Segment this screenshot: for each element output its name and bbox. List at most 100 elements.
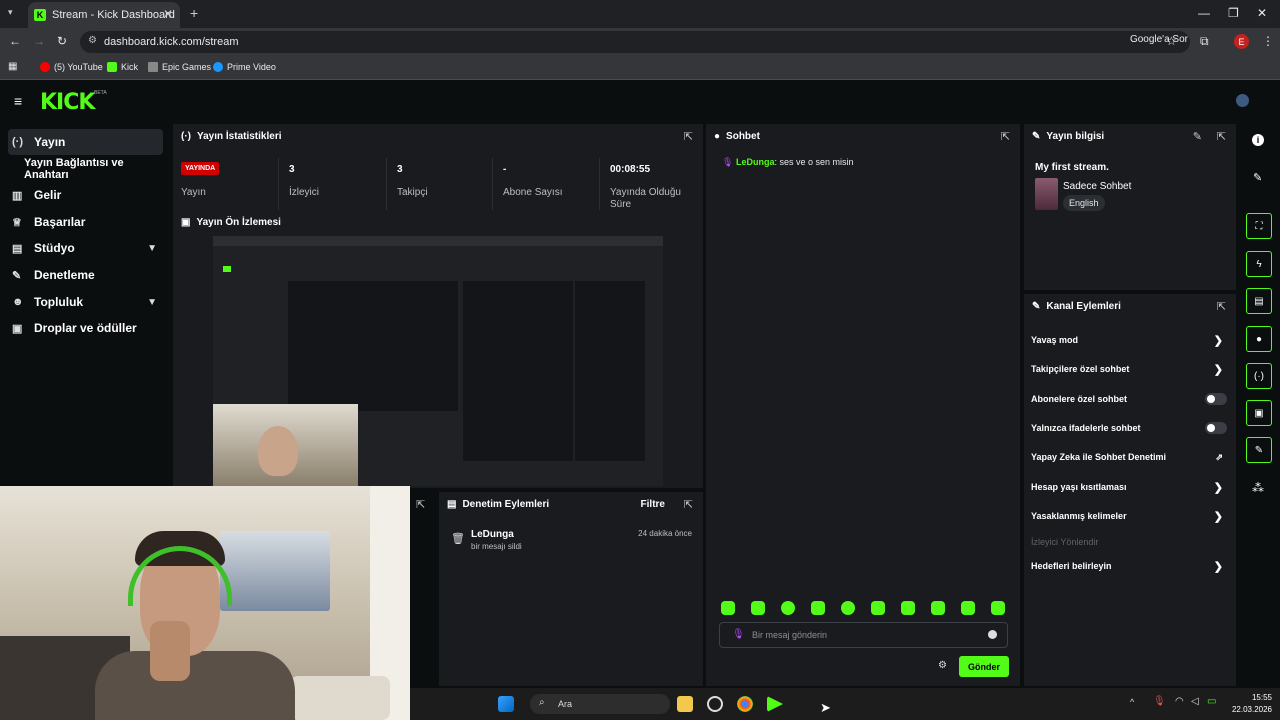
lightning-icon[interactable]: ϟ — [1246, 251, 1272, 277]
action-ai-moderation[interactable]: Yapay Zeka ile Sohbet Denetimi ⇗ — [1031, 452, 1231, 463]
chat-message-user[interactable]: LeDunga — [736, 157, 775, 167]
taskbar-search[interactable]: ⌕ Ara — [530, 694, 670, 714]
sidebar-item-topluluk[interactable]: ☻ Topluluk ▼ — [8, 289, 163, 315]
emote-icon[interactable] — [961, 601, 975, 615]
document-icon[interactable]: ▤ — [1246, 288, 1272, 314]
forward-icon[interactable]: → — [33, 34, 45, 48]
new-tab-icon[interactable]: + — [190, 5, 198, 21]
minimize-icon[interactable]: — — [1198, 6, 1210, 20]
taskbar-date[interactable]: 22.03.2026 — [1228, 705, 1272, 714]
apps-grid-icon[interactable]: ▦ — [8, 61, 17, 72]
action-label: Takipçilere özel sohbet — [1031, 364, 1130, 374]
emote-icon[interactable] — [811, 601, 825, 615]
category-name[interactable]: Sadece Sohbet — [1063, 181, 1131, 192]
sidebar-item-stream-key[interactable]: Yayın Bağlantısı ve Anahtarı — [20, 156, 170, 182]
emoji-picker-icon[interactable] — [988, 630, 997, 639]
broadcast-icon[interactable]: (·) — [1246, 363, 1272, 389]
info-icon[interactable]: i — [1252, 134, 1264, 146]
chat-message-input[interactable]: 🎙 Bir mesaj gönderin — [719, 622, 1008, 648]
profile-avatar[interactable]: E — [1234, 34, 1249, 49]
action-account-age[interactable]: Hesap yaşı kısıtlaması ❯ — [1031, 482, 1231, 494]
viewers-value: 3 — [289, 164, 295, 175]
stream-title: My first stream. — [1035, 162, 1109, 173]
sidebar-item-gelir[interactable]: ▥ Gelir — [8, 182, 163, 208]
edit-icon[interactable]: ✎ — [1253, 171, 1262, 184]
hamburger-menu-icon[interactable]: ≡ — [14, 93, 22, 109]
sidebar-item-droplar[interactable]: ▣ Droplar ve ödüller — [8, 315, 163, 341]
windows-start-icon[interactable] — [498, 696, 514, 712]
layout-icon[interactable]: ▣ — [1246, 400, 1272, 426]
kick-logo[interactable]: KICK — [40, 90, 95, 115]
action-followers-only[interactable]: Takipçilere özel sohbet ❯ — [1031, 363, 1231, 376]
mod-entry-user[interactable]: LeDunga — [471, 529, 514, 540]
volume-icon[interactable]: ◁ — [1191, 696, 1199, 707]
emote-icon[interactable] — [901, 601, 915, 615]
emote-only-toggle[interactable] — [1205, 422, 1227, 434]
chevron-down-icon: ▼ — [147, 296, 157, 308]
window-close-icon[interactable]: ✕ — [1257, 6, 1267, 20]
category-thumbnail[interactable] — [1035, 178, 1058, 210]
expand-icon[interactable]: ⇱ — [684, 130, 693, 143]
wifi-icon[interactable]: ◠ — [1175, 696, 1184, 707]
expand-icon[interactable]: ⇱ — [684, 498, 693, 511]
emote-icon[interactable] — [781, 601, 795, 615]
chat-icon[interactable]: ● — [1246, 326, 1272, 352]
expand-icon[interactable]: ⇱ — [1217, 300, 1226, 313]
mic-icon: 🎙 — [732, 629, 745, 640]
sidebar-item-yayin[interactable]: (·) Yayın — [8, 129, 163, 155]
mouse-cursor-icon: ➤ — [820, 700, 831, 715]
google-ask-button[interactable]: Google'a Sor — [1130, 34, 1188, 45]
extensions-icon[interactable]: ⧉ — [1200, 34, 1209, 49]
emote-icon[interactable] — [931, 601, 945, 615]
browser-tab[interactable]: K Stream - Kick Dashboard ✕ — [28, 2, 180, 28]
bookmark-youtube[interactable]: (5) YouTube — [40, 62, 103, 72]
expand-icon[interactable]: ⇱ — [1001, 130, 1010, 143]
reload-icon[interactable]: ↻ — [57, 34, 67, 48]
bookmark-star-icon[interactable]: ☆ — [1166, 34, 1177, 48]
emote-icon[interactable] — [841, 601, 855, 615]
steam-icon[interactable] — [707, 696, 723, 712]
action-set-goals[interactable]: Hedefleri belirleyin ❯ — [1031, 561, 1231, 573]
bookmark-epic-games[interactable]: Epic Games — [148, 62, 211, 72]
maximize-icon[interactable]: ❐ — [1228, 6, 1239, 20]
filter-button[interactable]: Filtre — [641, 499, 665, 510]
kick-app-icon[interactable] — [767, 696, 783, 712]
chrome-icon[interactable] — [737, 696, 753, 712]
uptime-value: 00:08:55 — [610, 164, 651, 175]
browser-menu-icon[interactable]: ⋮ — [1262, 34, 1274, 48]
emote-icon[interactable] — [751, 601, 765, 615]
tab-search-icon[interactable]: ▾ — [8, 7, 13, 18]
emote-icon[interactable] — [721, 601, 735, 615]
chat-settings-icon[interactable]: ⚙ — [938, 660, 947, 671]
mic-tray-icon[interactable]: 🎙 — [1153, 696, 1166, 707]
send-button[interactable]: Gönder — [959, 656, 1009, 677]
wrench-icon[interactable]: ✎ — [1246, 437, 1272, 463]
expand-icon[interactable]: ⇱ — [416, 498, 425, 511]
url-field[interactable]: ⚙ dashboard.kick.com/stream — [80, 31, 1190, 53]
taskbar-time[interactable]: 15:55 — [1228, 693, 1272, 702]
bookmark-kick[interactable]: Kick — [107, 62, 138, 72]
battery-icon[interactable]: ▭ — [1207, 696, 1216, 707]
stream-preview-video[interactable] — [213, 236, 663, 486]
action-slow-mode[interactable]: Yavaş mod ❯ — [1031, 335, 1231, 347]
emote-icon[interactable] — [991, 601, 1005, 615]
chevron-right-icon: ❯ — [1213, 363, 1223, 376]
edit-icon[interactable]: ✎ — [1193, 130, 1202, 143]
site-info-icon[interactable]: ⚙ — [88, 35, 97, 46]
subscribers-only-toggle[interactable] — [1205, 393, 1227, 405]
back-icon[interactable]: ← — [9, 34, 21, 48]
expand-icon[interactable]: ⇱ — [1217, 130, 1226, 143]
sidebar-item-studyo[interactable]: ▤ Stüdyo ▼ — [8, 235, 163, 261]
apps-icon[interactable]: ⁂ — [1252, 481, 1264, 495]
uptime-label: Yayında Olduğu Süre — [610, 187, 681, 210]
screenshot-icon[interactable]: ⛶ — [1246, 213, 1272, 239]
bookmark-prime-video[interactable]: Prime Video — [213, 62, 276, 72]
tray-expand-icon[interactable]: ^ — [1130, 697, 1134, 707]
action-banned-words[interactable]: Yasaklanmış kelimeler ❯ — [1031, 511, 1231, 523]
emote-icon[interactable] — [871, 601, 885, 615]
tab-close-icon[interactable]: ✕ — [163, 7, 173, 21]
user-avatar[interactable] — [1236, 94, 1249, 107]
sidebar-item-basarilar[interactable]: ♕ Başarılar — [8, 209, 163, 235]
file-explorer-icon[interactable] — [677, 696, 693, 712]
sidebar-item-denetleme[interactable]: ✎ Denetleme — [8, 262, 163, 288]
